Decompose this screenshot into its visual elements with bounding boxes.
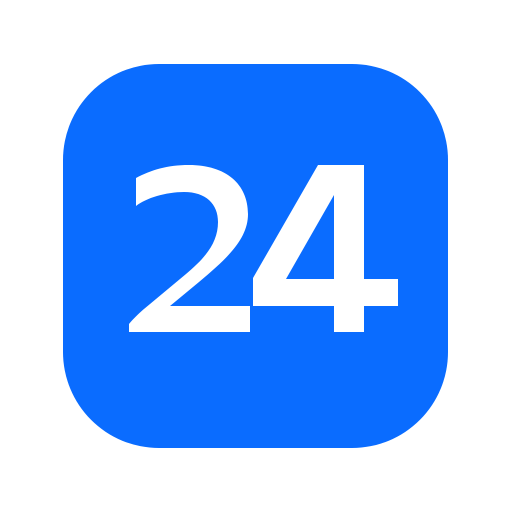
digit-4-shape bbox=[253, 165, 398, 332]
digit-2-shape bbox=[129, 165, 250, 332]
app-icon-glyph: 24 bbox=[129, 165, 398, 332]
app-icon-canvas: 24 bbox=[0, 0, 512, 512]
